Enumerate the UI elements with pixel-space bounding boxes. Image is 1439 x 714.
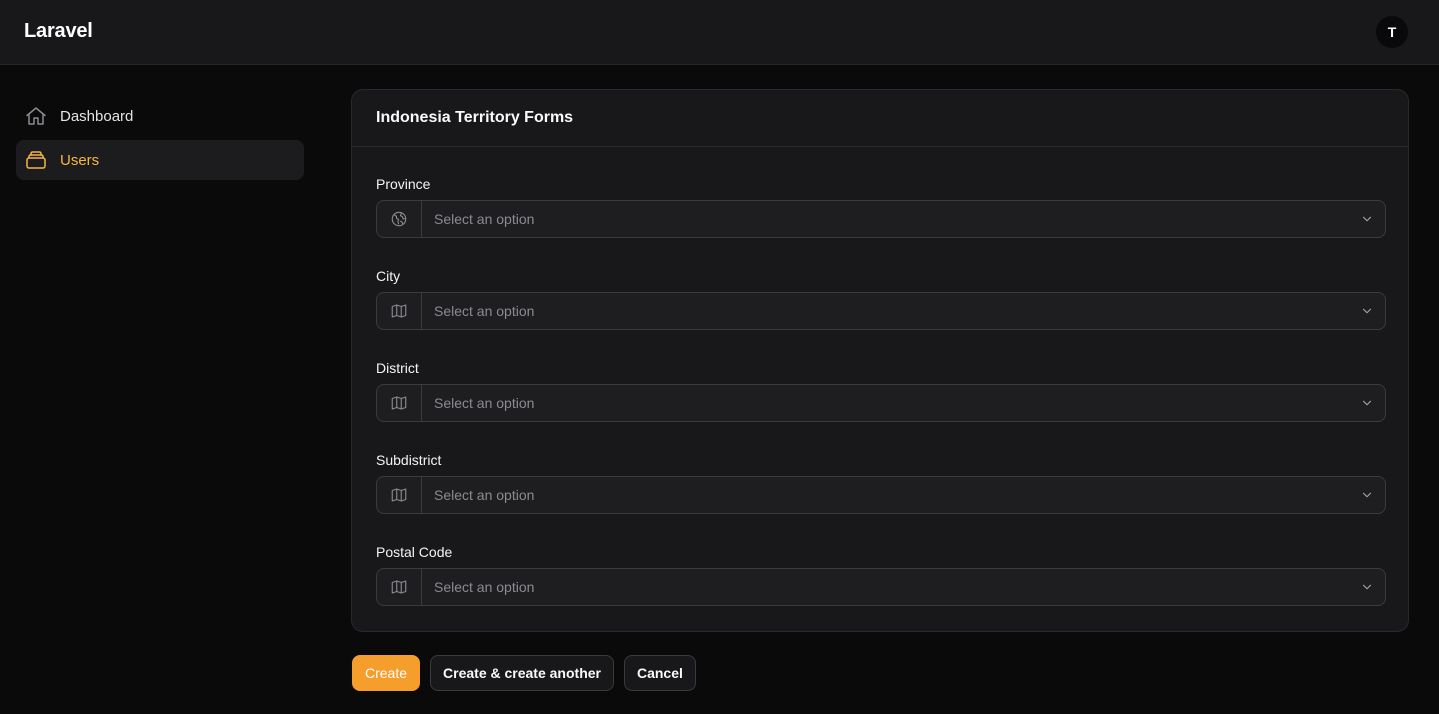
district-field: District Select an option — [376, 358, 1386, 422]
chevron-down-icon — [1349, 569, 1385, 605]
sidebar: Dashboard Users — [16, 96, 304, 184]
map-icon — [377, 569, 422, 605]
sidebar-item-users[interactable]: Users — [16, 140, 304, 180]
subdistrict-select[interactable]: Select an option — [376, 476, 1386, 514]
chevron-down-icon — [1349, 477, 1385, 513]
globe-icon — [377, 201, 422, 237]
chevron-down-icon — [1349, 201, 1385, 237]
create-another-button[interactable]: Create & create another — [430, 655, 614, 691]
chevron-down-icon — [1349, 293, 1385, 329]
select-placeholder: Select an option — [434, 395, 535, 411]
field-label: Province — [376, 176, 431, 192]
city-select[interactable]: Select an option — [376, 292, 1386, 330]
field-label: Subdistrict — [376, 452, 442, 468]
user-avatar[interactable]: T — [1376, 16, 1408, 48]
sidebar-item-dashboard[interactable]: Dashboard — [16, 96, 304, 136]
select-placeholder: Select an option — [434, 579, 535, 595]
map-icon — [377, 293, 422, 329]
field-label: District — [376, 360, 419, 376]
territory-form-card: Indonesia Territory Forms Province Selec… — [351, 89, 1409, 632]
form-title: Indonesia Territory Forms — [376, 109, 574, 126]
subdistrict-field: Subdistrict Select an option — [376, 450, 1386, 514]
postal-code-field: Postal Code Select an option — [376, 542, 1386, 606]
chevron-down-icon — [1349, 385, 1385, 421]
map-icon — [377, 385, 422, 421]
home-icon — [24, 104, 48, 128]
card-header: Indonesia Territory Forms — [352, 90, 1408, 147]
cancel-button[interactable]: Cancel — [623, 655, 696, 691]
sidebar-item-label: Users — [60, 151, 100, 169]
stack-icon — [24, 148, 48, 172]
select-placeholder: Select an option — [434, 487, 535, 503]
field-label: Postal Code — [376, 544, 453, 560]
postal-code-select[interactable]: Select an option — [376, 568, 1386, 606]
top-bar: Laravel T — [0, 0, 1439, 65]
field-label: City — [376, 268, 401, 284]
district-select[interactable]: Select an option — [376, 384, 1386, 422]
form-actions: Create Create & create another Cancel — [352, 655, 696, 691]
brand-logo[interactable]: Laravel — [24, 20, 93, 43]
sidebar-item-label: Dashboard — [60, 107, 134, 125]
city-field: City Select an option — [376, 266, 1386, 330]
province-field: Province Select an option — [376, 174, 1386, 238]
map-icon — [377, 477, 422, 513]
province-select[interactable]: Select an option — [376, 200, 1386, 238]
select-placeholder: Select an option — [434, 211, 535, 227]
select-placeholder: Select an option — [434, 303, 535, 319]
create-button[interactable]: Create — [352, 655, 421, 691]
